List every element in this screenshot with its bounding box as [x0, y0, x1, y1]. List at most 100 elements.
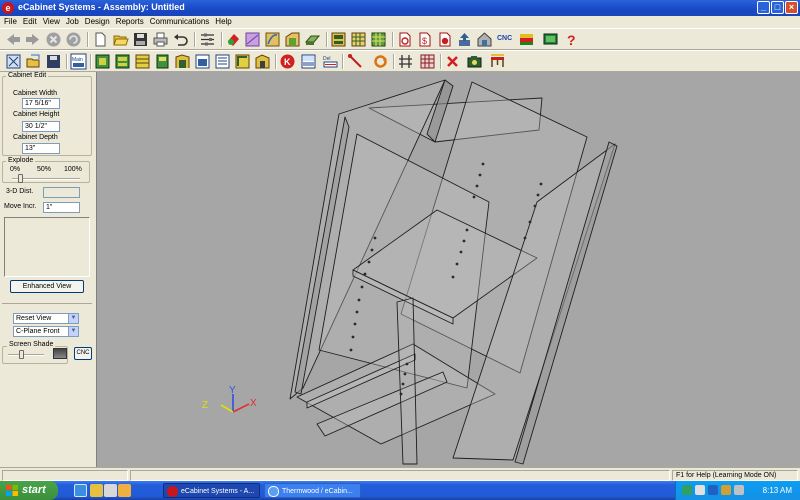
thermwood-icon[interactable]: K: [279, 53, 296, 70]
upload-icon[interactable]: [456, 31, 473, 48]
cabinet-view-icon[interactable]: [94, 53, 111, 70]
back-arrow-icon[interactable]: [5, 31, 22, 48]
tray-network-icon[interactable]: [682, 485, 692, 495]
delete-icon[interactable]: [444, 53, 461, 70]
flag-icon[interactable]: [518, 31, 535, 48]
cabinet-width-label: Cabinet Width: [13, 90, 57, 97]
paint-icon[interactable]: [225, 31, 242, 48]
screen-shade-title: Screen Shade: [7, 341, 56, 348]
print-icon[interactable]: [152, 31, 169, 48]
toolbar-separator: [221, 32, 223, 47]
tray-device-icon[interactable]: [734, 485, 744, 495]
shade-slider-track[interactable]: [8, 354, 44, 356]
media-quicklaunch-icon[interactable]: [118, 484, 131, 497]
z-axis-label: Z: [202, 400, 208, 411]
reset-view-select[interactable]: Reset View ▼: [13, 313, 79, 324]
minimize-button[interactable]: _: [757, 1, 770, 14]
taskbar-browser[interactable]: Thermwood / eCabin...: [264, 483, 361, 498]
part-icon[interactable]: [244, 31, 261, 48]
tray-updates-icon[interactable]: [721, 485, 731, 495]
door-icon[interactable]: [284, 31, 301, 48]
desktop-quicklaunch-icon[interactable]: [104, 484, 117, 497]
rotate-icon[interactable]: [372, 53, 389, 70]
cabinet-width-field[interactable]: 17 5/16": [22, 98, 60, 109]
cabinet-depth-field[interactable]: 13": [22, 143, 60, 154]
grid-lines-icon[interactable]: [397, 53, 414, 70]
cnc-panel-button[interactable]: CNC: [74, 347, 92, 360]
open-design-icon[interactable]: [25, 53, 42, 70]
report-icon[interactable]: [396, 31, 413, 48]
schedule-grid-icon[interactable]: [370, 31, 387, 48]
svg-text:Main: Main: [72, 57, 83, 63]
dollar-report-icon[interactable]: $: [416, 31, 433, 48]
cabinet-3d-model[interactable]: X Y Z: [97, 72, 800, 467]
chevron-down-icon[interactable]: ▼: [68, 327, 78, 336]
camera-icon[interactable]: [466, 53, 483, 70]
menu-edit[interactable]: Edit: [20, 16, 40, 28]
cnc-button[interactable]: CNC: [497, 35, 512, 42]
hatch-icon[interactable]: [419, 53, 436, 70]
taskbar-ecabinet[interactable]: eCabinet Systems - A...: [163, 483, 260, 498]
help-icon[interactable]: ?: [563, 31, 580, 48]
menu-help[interactable]: Help: [212, 16, 234, 28]
corner-icon[interactable]: [234, 53, 251, 70]
menu-design[interactable]: Design: [82, 16, 113, 28]
grid-icon[interactable]: [350, 31, 367, 48]
box-icon[interactable]: [134, 53, 151, 70]
schedule-report-icon[interactable]: [436, 31, 453, 48]
assembly-icon[interactable]: [330, 31, 347, 48]
open-folder-icon[interactable]: [112, 31, 129, 48]
delete-part-icon[interactable]: Del: [322, 53, 339, 70]
maximize-button[interactable]: □: [771, 1, 784, 14]
shade-swatch[interactable]: [53, 348, 67, 359]
main-view-icon[interactable]: Main: [70, 53, 87, 70]
properties-icon[interactable]: [199, 31, 216, 48]
explorer-quicklaunch-icon[interactable]: [90, 484, 103, 497]
cabinet-icon[interactable]: [264, 31, 281, 48]
app-logo-icon[interactable]: e: [2, 2, 14, 14]
insert-icon[interactable]: [194, 53, 211, 70]
tray-volume-icon[interactable]: [695, 485, 705, 495]
save-design-icon[interactable]: [45, 53, 62, 70]
tower-icon[interactable]: [154, 53, 171, 70]
enhanced-view-button[interactable]: Enhanced View: [10, 280, 84, 293]
new-design-icon[interactable]: [5, 53, 22, 70]
reset-view-value: Reset View: [16, 315, 52, 322]
sheet-icon[interactable]: [300, 53, 317, 70]
monitor-icon[interactable]: [542, 31, 559, 48]
new-document-icon[interactable]: [92, 31, 109, 48]
windows-taskbar: start eCabinet Systems - A... Thermwood …: [0, 481, 800, 500]
stop-icon[interactable]: [45, 31, 62, 48]
explode-tick-100: 100%: [64, 166, 82, 173]
design-toolbar: Main K Del: [0, 50, 800, 72]
drawer-icon[interactable]: [114, 53, 131, 70]
start-button[interactable]: start: [0, 481, 58, 500]
table-icon[interactable]: [489, 53, 506, 70]
undo-icon[interactable]: [172, 31, 189, 48]
move-incr-field[interactable]: 1": [43, 202, 80, 213]
menu-view[interactable]: View: [40, 16, 63, 28]
chevron-down-icon[interactable]: ▼: [68, 314, 78, 323]
menu-file[interactable]: File: [0, 16, 20, 28]
tray-security-icon[interactable]: [708, 485, 718, 495]
refresh-icon[interactable]: [65, 31, 82, 48]
3d-viewport[interactable]: X Y Z: [96, 72, 800, 467]
shelf-icon[interactable]: [304, 31, 321, 48]
export-icon[interactable]: [476, 31, 493, 48]
close-button[interactable]: ×: [785, 1, 798, 14]
save-icon[interactable]: [132, 31, 149, 48]
wall-icon[interactable]: [174, 53, 191, 70]
menu-reports[interactable]: Reports: [113, 16, 147, 28]
explode-slider-thumb[interactable]: [18, 174, 24, 183]
face-icon[interactable]: [254, 53, 271, 70]
shade-slider-thumb[interactable]: [18, 350, 24, 359]
view3d-icon[interactable]: [214, 53, 231, 70]
title-bar[interactable]: e eCabinet Systems - Assembly: Untitled …: [0, 0, 800, 16]
forward-arrow-icon[interactable]: [24, 31, 41, 48]
cplane-select[interactable]: C-Plane Front ▼: [13, 326, 79, 337]
measure-icon[interactable]: [347, 53, 364, 70]
ie-quicklaunch-icon[interactable]: [74, 484, 87, 497]
cabinet-height-field[interactable]: 30 1/2": [22, 121, 60, 132]
menu-communications[interactable]: Communications: [147, 16, 213, 28]
menu-job[interactable]: Job: [63, 16, 82, 28]
